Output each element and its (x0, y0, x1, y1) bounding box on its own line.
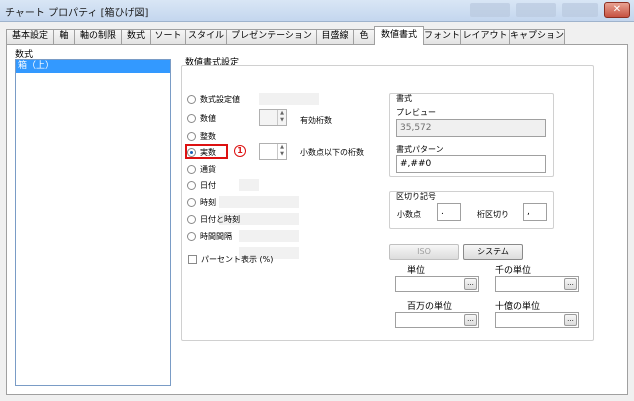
radio-money[interactable]: 通貨 (187, 163, 216, 175)
percent-checkbox[interactable]: パーセント表示 (%) (188, 254, 273, 265)
radio-timestamp[interactable]: 日付と時刻 (187, 213, 240, 225)
radio-interval[interactable]: 時間間隔 (187, 230, 232, 242)
tab-font[interactable]: フォント (423, 29, 461, 44)
tab-axis[interactable]: 軸 (53, 29, 75, 44)
preview-label: プレビュー (396, 108, 436, 117)
billion-unit-label: 十億の単位 (495, 302, 541, 312)
annotation-marker: 1 (234, 145, 246, 157)
tab-presentation[interactable]: プレゼンテーション (226, 29, 317, 44)
list-item[interactable]: 箱（上） (16, 60, 170, 73)
radio-icon (187, 164, 196, 174)
radio-number[interactable]: 数値 (187, 112, 216, 124)
billion-unit-field[interactable]: ... (495, 312, 579, 328)
chevron-down-icon[interactable]: ▼ (278, 117, 286, 124)
browse-button[interactable]: ... (564, 314, 577, 326)
row-shade (239, 230, 299, 242)
title-bar: チャート プロパティ [箱ひげ図] ✕ (0, 0, 634, 22)
radio-icon (187, 180, 196, 190)
row-shade (239, 179, 259, 191)
close-button[interactable]: ✕ (604, 2, 630, 18)
radio-icon (187, 113, 196, 123)
iso-button[interactable]: ISO (389, 244, 459, 260)
row-shade (259, 93, 319, 105)
tab-axis-limits[interactable]: 軸の制限 (74, 29, 122, 44)
decimal-separator-label: 小数点 (397, 210, 421, 219)
decimal-places-stepper[interactable]: ▲ ▼ (259, 143, 287, 160)
radio-icon (187, 231, 196, 241)
format-group-title: 書式 (396, 94, 412, 103)
million-unit-field[interactable]: ... (395, 312, 479, 328)
million-unit-label: 百万の単位 (407, 302, 453, 312)
expression-list[interactable]: 箱（上） (15, 59, 171, 386)
tab-layout[interactable]: レイアウト (460, 29, 510, 44)
decimal-places-label: 小数点以下の桁数 (300, 148, 364, 157)
radio-icon (187, 197, 196, 207)
radio-icon (187, 131, 196, 141)
pattern-field[interactable]: #,##0 (396, 155, 546, 173)
radio-icon (187, 214, 196, 224)
blurred-toolbar-item (516, 3, 556, 17)
unit-label: 単位 (407, 266, 426, 276)
chevron-down-icon[interactable]: ▼ (278, 151, 286, 158)
window-title: チャート プロパティ [箱ひげ図] (5, 8, 149, 19)
chevron-up-icon[interactable]: ▲ (278, 144, 286, 151)
preview-field: 35,572 (396, 119, 546, 137)
tab-caption[interactable]: キャプション (509, 29, 565, 44)
checkbox-icon (188, 255, 197, 264)
decimal-separator-field[interactable]: . (437, 203, 461, 221)
system-button[interactable]: システム (463, 244, 523, 260)
unit-field[interactable]: ... (395, 276, 479, 292)
row-shade (219, 196, 299, 208)
tab-number-format[interactable]: 数値書式 (374, 26, 424, 45)
chevron-up-icon[interactable]: ▲ (278, 110, 286, 117)
dialog-client: 基本設定 軸 軸の制限 数式 ソート スタイル プレゼンテーション 目盛線 色 … (0, 22, 634, 401)
browse-button[interactable]: ... (464, 278, 477, 290)
significant-digits-label: 有効桁数 (300, 116, 332, 125)
blurred-toolbar-item (562, 3, 598, 17)
radio-icon (187, 94, 196, 104)
tab-expression[interactable]: 数式 (121, 29, 151, 44)
thousand-unit-label: 千の単位 (495, 266, 532, 276)
significant-digits-stepper[interactable]: ▲ ▼ (259, 109, 287, 126)
thousands-separator-field[interactable]: , (523, 203, 547, 221)
tab-panel: 数式 箱（上） 数値書式設定 数式設定値 数値 整数 実数 通貨 日付 時刻 日… (6, 44, 628, 395)
tab-basic[interactable]: 基本設定 (6, 29, 54, 44)
browse-button[interactable]: ... (464, 314, 477, 326)
browse-button[interactable]: ... (564, 278, 577, 290)
thousand-unit-field[interactable]: ... (495, 276, 579, 292)
tab-style[interactable]: スタイル (185, 29, 227, 44)
radio-time[interactable]: 時刻 (187, 196, 216, 208)
tab-sort[interactable]: ソート (150, 29, 186, 44)
blurred-toolbar-item (470, 3, 510, 17)
radio-expression-default[interactable]: 数式設定値 (187, 93, 240, 105)
tab-gridlines[interactable]: 目盛線 (316, 29, 354, 44)
radio-integer[interactable]: 整数 (187, 130, 216, 142)
close-icon: ✕ (612, 4, 622, 15)
pattern-label: 書式パターン (396, 145, 444, 154)
tab-color[interactable]: 色 (353, 29, 375, 44)
separator-group-title: 区切り記号 (396, 192, 436, 201)
selection-highlight (185, 144, 228, 159)
radio-date[interactable]: 日付 (187, 179, 216, 191)
thousands-separator-label: 桁区切り (477, 210, 509, 219)
